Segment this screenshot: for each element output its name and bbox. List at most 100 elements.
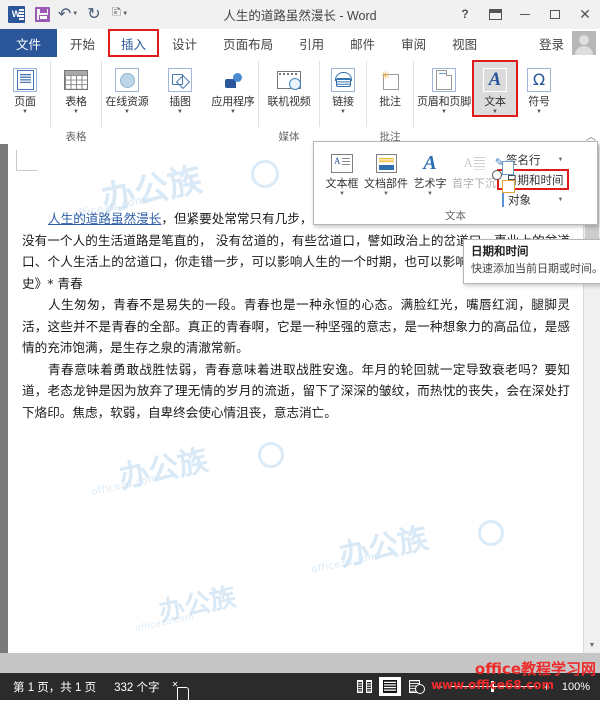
ribbon-button-header-footer[interactable]: 页眉和页脚 ▼ — [415, 61, 473, 116]
gallery-button-drop-cap[interactable]: 首字下沉 — [452, 148, 496, 191]
signin-link[interactable]: 登录 — [531, 34, 572, 53]
document-hyperlink[interactable]: 人生的道路虽然漫长 — [48, 211, 161, 226]
maximize-icon[interactable] — [540, 0, 570, 28]
touch-mode-icon[interactable]: 🗈 ▼ — [108, 3, 132, 25]
chevron-down-icon[interactable]: ▼ — [22, 108, 28, 116]
ribbon-group-tables: 表格 ▼ 表格 — [51, 57, 101, 145]
watermark-brand-lower-1: 办公族 — [116, 442, 212, 496]
zoom-slider[interactable] — [449, 681, 537, 692]
quick-access-toolbar: W ↶ ▼ ↻ 🗈 ▼ — [0, 3, 132, 25]
gallery-row-signature-line[interactable]: 签名行 ▼ — [498, 150, 568, 169]
chevron-down-icon[interactable]: ▼ — [536, 108, 542, 116]
chevron-down-icon[interactable]: ▼ — [552, 157, 564, 163]
watermark-brand-url-lower-3: officezu.com — [134, 610, 195, 633]
tab-mailings[interactable]: 邮件 — [337, 29, 388, 57]
view-button-print-layout[interactable] — [379, 677, 401, 696]
word-count[interactable]: 332 个字 — [105, 679, 168, 695]
redo-icon[interactable]: ↻ — [82, 3, 106, 25]
watermark-brand-url-lower-2: officezu.com — [310, 551, 379, 576]
chevron-down-icon[interactable]: ▼ — [124, 108, 130, 116]
ribbon-button-table[interactable]: 表格 ▼ — [52, 61, 100, 116]
tab-references[interactable]: 引用 — [286, 29, 337, 57]
quick-parts-icon — [375, 148, 397, 178]
ribbon-button-text[interactable]: A 文本 ▼ — [472, 60, 518, 117]
ribbon-group-media: 联机视频 媒体 — [259, 57, 319, 145]
text-box-icon — [331, 148, 353, 178]
watermark-brand-lower-3: 办公族 — [156, 582, 239, 628]
ribbon-display-options-icon[interactable] — [480, 0, 510, 28]
tooltip-title: 日期和时间 — [471, 246, 529, 258]
ribbon-button-apps[interactable]: 应用程序 ▼ — [209, 61, 257, 116]
zoom-control: − + 100% — [435, 681, 596, 693]
ribbon-button-online-resource[interactable]: 在线资源 ▼ — [103, 61, 151, 116]
tab-design[interactable]: 设计 — [159, 29, 210, 57]
page-indicator[interactable]: 第 1 页，共 1 页 — [4, 679, 105, 695]
view-buttons — [353, 677, 435, 696]
apps-icon — [224, 64, 242, 96]
tab-home[interactable]: 开始 — [57, 29, 108, 57]
online-video-icon — [277, 64, 301, 96]
watermark-brand-url-lower-1: officezu.com — [90, 473, 159, 498]
paragraph-3: 人生匆匆，青春不是易失的一段。青春也是一种永恒的心态。满脸红光，嘴唇红润，腿脚灵… — [22, 297, 570, 355]
chevron-down-icon[interactable]: ▼ — [340, 108, 346, 116]
minimize-icon[interactable] — [510, 0, 540, 28]
view-button-read-mode[interactable] — [353, 677, 375, 696]
tab-review[interactable]: 审阅 — [388, 29, 439, 57]
close-icon[interactable]: ✕ — [570, 0, 600, 28]
comment-icon — [381, 64, 399, 96]
watermark-ring-lower-2 — [478, 520, 504, 546]
ribbon-button-links[interactable]: 链接 ▼ — [321, 61, 365, 116]
zoom-slider-thumb[interactable] — [491, 681, 494, 692]
chevron-down-icon[interactable]: ▼ — [73, 108, 79, 116]
gallery-button-quick-parts[interactable]: 文档部件 ▼ — [364, 148, 408, 198]
word-logo-letter: W — [11, 8, 21, 19]
gallery-row-object[interactable]: 对象 ▼ — [498, 190, 568, 209]
ribbon-group-pages: 页面 ▼ — [0, 57, 50, 145]
gallery-button-word-art[interactable]: A 艺术字 ▼ — [408, 148, 452, 198]
zoom-level[interactable]: 100% — [556, 681, 590, 693]
text-A-icon: A — [483, 64, 507, 96]
scroll-down-icon[interactable]: ▼ — [584, 638, 600, 653]
chevron-down-icon[interactable]: ▼ — [441, 108, 447, 116]
object-icon — [502, 192, 504, 207]
online-resource-icon — [115, 64, 139, 96]
illustrations-icon — [168, 64, 192, 96]
chevron-down-icon[interactable]: ▼ — [552, 197, 564, 203]
undo-icon[interactable]: ↶ ▼ — [56, 3, 80, 25]
chevron-down-icon[interactable]: ▼ — [383, 190, 389, 198]
page-icon — [13, 64, 37, 96]
link-icon — [331, 64, 355, 96]
drop-cap-icon — [464, 148, 485, 178]
tab-file[interactable]: 文件 — [0, 29, 58, 57]
chevron-down-icon[interactable]: ▼ — [339, 190, 345, 198]
omega-icon: Ω — [527, 64, 551, 96]
zoom-out-button[interactable]: − — [435, 681, 444, 693]
tab-insert[interactable]: 插入 — [108, 29, 160, 57]
tab-view[interactable]: 视图 — [439, 29, 490, 57]
status-bar-wrapper: 第 1 页，共 1 页 332 个字 − + 100% — [0, 653, 600, 700]
ribbon-button-pages[interactable]: 页面 ▼ — [1, 61, 49, 116]
status-bar: 第 1 页，共 1 页 332 个字 − + 100% — [0, 673, 600, 700]
ribbon-button-symbols[interactable]: Ω 符号 ▼ — [517, 61, 561, 116]
help-icon[interactable]: ? — [450, 0, 480, 28]
view-button-web-layout[interactable] — [405, 677, 427, 696]
watermark-ring — [251, 160, 279, 188]
text-gallery-dropdown: 文本框 ▼ 文档部件 ▼ A 艺术字 ▼ 首字下沉 签名行 ▼ 日期和时间 — [313, 141, 598, 225]
save-icon[interactable] — [30, 3, 54, 25]
ribbon-button-online-video[interactable]: 联机视频 — [260, 61, 318, 108]
avatar[interactable] — [572, 31, 596, 55]
ribbon-group-links: 链接 ▼ — [320, 57, 366, 145]
ribbon-button-comment[interactable]: 批注 — [368, 61, 412, 109]
gallery-button-text-box[interactable]: 文本框 ▼ — [320, 148, 364, 198]
chevron-down-icon[interactable]: ▼ — [427, 190, 433, 198]
ribbon: 页面 ▼ 表格 ▼ 表格 在线资源 ▼ 插图 ▼ 应用程序 ▼ 联机视频 媒体 … — [0, 57, 600, 146]
ribbon-button-illustrations[interactable]: 插图 ▼ — [156, 61, 204, 116]
watermark-brand-lower-2: 办公族 — [336, 520, 432, 574]
chevron-down-icon[interactable]: ▼ — [230, 108, 236, 116]
gallery-group-label: 文本 — [445, 210, 466, 222]
chevron-down-icon[interactable]: ▼ — [492, 108, 498, 116]
chevron-down-icon[interactable]: ▼ — [177, 108, 183, 116]
zoom-in-button[interactable]: + — [542, 681, 551, 693]
tab-layout[interactable]: 页面布局 — [210, 29, 286, 57]
signin-area: 登录 — [531, 29, 600, 57]
